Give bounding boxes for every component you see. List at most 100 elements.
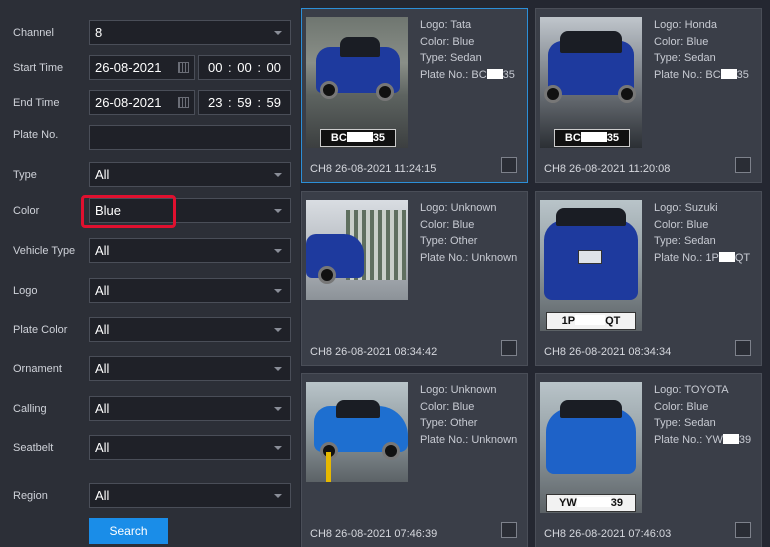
channel-value: 8 [95,25,103,40]
plate-color-select[interactable]: All [89,317,291,342]
result-timestamp: CH8 26-08-2021 08:34:34 [544,346,672,358]
select-checkbox[interactable] [735,522,751,538]
vehicle-snapshot[interactable] [306,382,408,482]
plate-suffix: 35 [502,68,515,81]
logo-text: Logo: Unknown [420,202,497,214]
plate-crop-prefix: BC [564,132,581,144]
redaction-box [346,132,373,142]
start-date-value: 26-08-2021 [95,60,162,75]
plate-color-label: Plate Color [13,324,68,336]
ornament-label: Ornament [13,363,62,375]
select-checkbox[interactable] [735,340,751,356]
logo-text: Logo: TOYOTA [654,384,729,396]
filter-panel: Channel 8 Start Time 26-08-2021 00 : 00 … [0,0,300,547]
plate-prefix: Plate No.: YW [654,433,723,446]
car-window-shape [336,400,380,418]
bollard-shape [326,452,331,482]
result-meta: Logo: Unknown Color: Blue Type: Other Pl… [420,382,517,448]
plate-color-value: All [95,322,110,337]
redaction-box [576,497,611,507]
logo-label: Logo [13,285,38,297]
type-text: Type: Other [420,235,478,247]
result-timestamp: CH8 26-08-2021 08:34:42 [310,346,438,358]
plate-crop-suffix: QT [605,315,621,327]
calling-select[interactable]: All [89,396,291,421]
start-time-label: Start Time [13,62,64,74]
logo-text: Logo: Honda [654,19,717,31]
plate-crop: BC 35 [320,129,396,147]
redaction-box [575,315,606,325]
plate-crop-prefix: YW [559,497,577,509]
result-card[interactable]: BC 35 Logo: Honda Color: Blue Type: Sedan… [535,8,762,183]
region-label: Region [13,490,48,502]
vehicle-snapshot[interactable]: BC 35 [540,17,642,148]
wheel-shape [320,81,338,99]
end-time-input[interactable]: 23 : 59 : 59 [198,90,291,115]
color-text: Color: Blue [420,400,475,413]
result-card[interactable]: Logo: Unknown Color: Blue Type: Other Pl… [301,373,528,547]
vehicle-snapshot[interactable]: 1P QT [540,200,642,331]
result-card[interactable]: 1P QT Logo: Suzuki Color: Blue Type: Seda… [535,191,762,366]
seatbelt-value: All [95,440,110,455]
vehicle-snapshot[interactable]: YW 39 [540,382,642,513]
result-meta: Logo: Tata Color: Blue Type: Sedan Plate… [420,17,515,83]
plate-crop-suffix: 35 [372,132,386,144]
result-meta: Logo: Suzuki Color: Blue Type: Sedan Pla… [654,200,750,266]
color-text: Color: Blue [420,35,475,48]
vehicle-type-select[interactable]: All [89,238,291,263]
redaction-box [718,251,735,262]
type-text: Type: Sedan [654,52,716,64]
logo-select[interactable]: All [89,278,291,303]
calendar-icon[interactable] [178,97,189,108]
result-card[interactable]: YW 39 Logo: TOYOTA Color: Blue Type: Seda… [535,373,762,547]
channel-select[interactable]: 8 [89,20,291,45]
region-select[interactable]: All [89,483,291,508]
plate-no-label: Plate No. [13,129,59,141]
chevron-down-icon [274,446,282,450]
result-card[interactable]: BC 35 Logo: Tata Color: Blue Type: Sedan … [301,8,528,183]
logo-text: Logo: Suzuki [654,202,718,214]
plate-crop: YW 39 [546,494,636,512]
channel-label: Channel [13,27,54,39]
ornament-value: All [95,361,110,376]
type-text: Type: Sedan [654,235,716,247]
seatbelt-label: Seatbelt [13,442,54,454]
select-checkbox[interactable] [501,522,517,538]
color-text: Color: Blue [654,35,709,48]
plate-crop-prefix: 1P [561,315,576,327]
vehicle-snapshot[interactable]: BC 35 [306,17,408,148]
result-card[interactable]: Logo: Unknown Color: Blue Type: Other Pl… [301,191,528,366]
plate-suffix: 39 [738,433,752,446]
calendar-icon[interactable] [178,62,189,73]
end-date-input[interactable]: 26-08-2021 [89,90,195,115]
type-text: Type: Sedan [654,417,716,429]
logo-value: All [95,283,110,298]
redaction-box [720,68,737,79]
redaction-box [486,68,503,79]
select-checkbox[interactable] [501,157,517,173]
plate-text: Plate No.: Unknown [420,433,518,446]
start-time-input[interactable]: 00 : 00 : 00 [198,55,291,80]
car-window-shape [340,37,380,57]
plate-prefix: Plate No.: 1P [654,251,719,264]
calling-label: Calling [13,403,47,415]
color-text: Color: Blue [654,400,709,413]
chevron-down-icon [274,328,282,332]
color-text: Color: Blue [420,218,475,231]
type-select[interactable]: All [89,162,291,187]
seatbelt-select[interactable]: All [89,435,291,460]
vehicle-snapshot[interactable] [306,200,408,300]
result-timestamp: CH8 26-08-2021 07:46:03 [544,528,672,540]
search-button[interactable]: Search [89,518,168,544]
plate-text: Plate No.: YW 39 [654,432,751,449]
plate-no-input[interactable] [89,125,291,150]
logo-text: Logo: Unknown [420,384,497,396]
select-checkbox[interactable] [501,340,517,356]
chevron-down-icon [274,173,282,177]
color-text: Color: Blue [654,218,709,231]
type-text: Type: Other [420,417,478,429]
start-date-input[interactable]: 26-08-2021 [89,55,195,80]
ornament-select[interactable]: All [89,356,291,381]
select-checkbox[interactable] [735,157,751,173]
results-grid: BC 35 Logo: Tata Color: Blue Type: Sedan … [300,0,770,547]
